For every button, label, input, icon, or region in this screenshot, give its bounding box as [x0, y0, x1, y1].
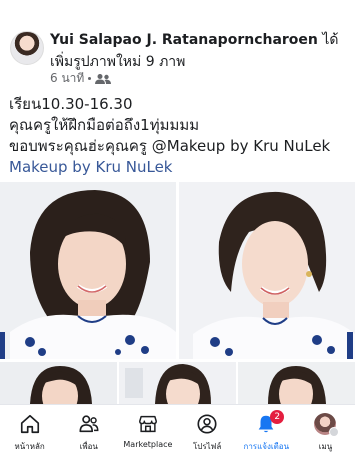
- post-meta: 6 นาที: [50, 69, 112, 88]
- author-avatar[interactable]: [10, 31, 44, 65]
- photo-thumb-2: [119, 362, 236, 404]
- tab-profile[interactable]: โปรไฟล์: [178, 405, 237, 460]
- photo-thumb-3: [238, 362, 355, 404]
- photo-portrait-1: [0, 182, 176, 359]
- post-photo[interactable]: [0, 182, 176, 359]
- post-photo[interactable]: [238, 362, 355, 404]
- tab-marketplace[interactable]: Marketplace: [118, 405, 177, 460]
- tab-label: เพื่อน: [79, 442, 98, 451]
- separator-dot: [88, 77, 92, 80]
- author-line: Yui Salapao J. Ratanaporncharoen ได้: [50, 29, 350, 51]
- tab-label: หน้าหลัก: [14, 442, 45, 451]
- menu-avatar: [314, 413, 340, 437]
- tab-menu[interactable]: เมนู: [296, 405, 355, 460]
- tab-label: การแจ้งเตือน: [243, 442, 290, 451]
- post-text-line: ขอบพระคุณฮ่ะคุณครู @Makeup by Kru NuLek: [9, 137, 331, 155]
- post-text-line: คุณครูให้ฝึกมือต่อถึง1ทุ่มมมม: [9, 116, 200, 134]
- post-text-line: เรียน10.30-16.30: [9, 95, 133, 113]
- post-photo[interactable]: [119, 362, 236, 404]
- bottom-tab-bar: หน้าหลัก เพื่อน Marketplace โปรไฟล์ 2 กา…: [0, 404, 355, 460]
- tab-friends[interactable]: เพื่อน: [59, 405, 118, 460]
- marketplace-icon: [138, 415, 157, 433]
- home-icon: [20, 414, 39, 434]
- friends-icon: [95, 73, 112, 84]
- profile-icon: [197, 414, 217, 434]
- photo-portrait-2: [179, 182, 355, 359]
- author-action-suffix: ได้: [317, 32, 339, 48]
- notification-badge: 2: [270, 410, 285, 424]
- post-text: เรียน10.30-16.30 คุณครูให้ฝึกมือต่อถึง1ท…: [9, 94, 349, 178]
- friends-icon: [79, 415, 99, 433]
- tab-label: โปรไฟล์: [192, 442, 222, 451]
- photo-thumb-1: [0, 362, 117, 404]
- post-time[interactable]: 6 นาที: [50, 69, 84, 88]
- photo-grid: [0, 182, 355, 404]
- tab-notifications[interactable]: 2 การแจ้งเตือน: [237, 405, 296, 460]
- tab-label: Marketplace: [123, 440, 173, 449]
- tagged-page-link[interactable]: Makeup by Kru NuLek: [9, 157, 349, 178]
- menu-avatar-overlay: [329, 427, 340, 437]
- author-name[interactable]: Yui Salapao J. Ratanaporncharoen: [50, 32, 318, 48]
- tab-label: เมนู: [318, 442, 333, 451]
- tab-home[interactable]: หน้าหลัก: [0, 405, 59, 460]
- post-photo[interactable]: [0, 362, 117, 404]
- post-photo[interactable]: [179, 182, 355, 359]
- post-header: Yui Salapao J. Ratanaporncharoen ได้ เพิ…: [0, 0, 355, 88]
